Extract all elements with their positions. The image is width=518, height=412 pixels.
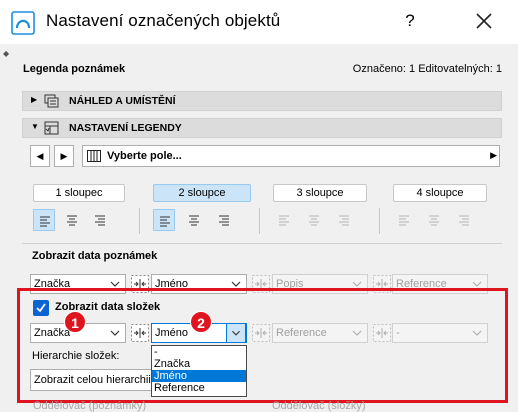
merge-columns-icon — [252, 324, 270, 342]
prev-button[interactable]: ◀ — [30, 145, 50, 167]
dropdown-option[interactable]: Reference — [152, 382, 246, 394]
align-center-icon — [423, 209, 445, 231]
folder-data-checkbox[interactable] — [33, 300, 49, 316]
align-center-icon — [303, 209, 325, 231]
help-button[interactable]: ? — [400, 11, 420, 31]
section-label: Legenda poznámek — [23, 63, 126, 75]
align-left-icon[interactable] — [33, 209, 55, 231]
columns-icon — [87, 150, 101, 162]
panel-label: NÁHLED A UMÍSTĚNÍ — [69, 95, 176, 107]
alignment-group-4 — [393, 209, 473, 231]
panel-label: NASTAVENÍ LEGENDY — [69, 122, 182, 134]
alignment-group-1 — [33, 209, 113, 231]
step-badge-2: 2 — [190, 311, 212, 333]
title-bar: Nastavení označených objektů ? — [0, 0, 518, 44]
panel-preview-placement[interactable]: ▶ NÁHLED A UMÍSTĚNÍ — [22, 91, 502, 111]
divider — [379, 208, 380, 234]
chevron-down-icon — [110, 330, 120, 336]
close-icon[interactable] — [472, 9, 496, 33]
separator-folders-label: Oddělovač (složky) — [272, 400, 366, 412]
align-right-icon[interactable] — [89, 209, 111, 231]
window-title: Nastavení označených objektů — [46, 11, 281, 30]
chevron-down-icon — [352, 330, 362, 336]
divider — [259, 208, 260, 234]
dropdown-option[interactable]: Značka — [152, 358, 246, 370]
field-select-value: Vyberte pole... — [107, 150, 182, 162]
dropdown-option[interactable]: - — [152, 346, 246, 358]
column-button-2[interactable]: 2 sloupce — [153, 184, 251, 202]
folder-column-4-dropdown: - — [392, 323, 488, 343]
collapse-triangle-icon: ▼ — [31, 122, 39, 131]
column-button-1[interactable]: 1 sloupec — [33, 184, 125, 202]
collapse-gripper-icon[interactable]: ◆ — [3, 49, 9, 58]
chevron-down-icon — [226, 323, 246, 343]
column-button-4[interactable]: 4 sloupce — [393, 184, 487, 202]
checkmark-icon — [36, 303, 46, 313]
divider — [22, 243, 502, 244]
next-button[interactable]: ▶ — [54, 145, 74, 167]
dropdown-option-selected[interactable]: Jméno — [152, 370, 246, 382]
field-select-arrow-icon: ▶ — [490, 150, 497, 160]
legend-settings-icon — [44, 121, 59, 135]
column-button-3[interactable]: 3 sloupce — [273, 184, 367, 202]
selection-info: Označeno: 1 Editovatelných: 1 — [352, 63, 502, 75]
hierarchy-select[interactable]: Zobrazit celou hierarchii — [30, 369, 154, 391]
dropdown-options-list[interactable]: - Značka Jméno Reference — [151, 345, 247, 397]
align-right-icon — [333, 209, 355, 231]
panel-legend-settings[interactable]: ▼ NASTAVENÍ LEGENDY — [22, 118, 502, 138]
merge-columns-icon — [373, 324, 391, 342]
app-icon — [11, 11, 35, 35]
preview-placement-icon — [44, 94, 59, 108]
separator-notes-label: Oddělovač (poznámky) — [33, 400, 147, 412]
field-picker-row: ◀ ▶ Vyberte pole... ▶ — [30, 145, 500, 167]
alignment-group-3 — [273, 209, 353, 231]
align-left-icon[interactable] — [153, 209, 175, 231]
field-select[interactable]: Vyberte pole... ▶ — [82, 145, 500, 167]
align-center-icon[interactable] — [183, 209, 205, 231]
alignment-group-2 — [153, 209, 233, 231]
folder-column-3-dropdown: Reference — [272, 323, 368, 343]
note-data-label: Zobrazit data poznámek — [32, 250, 158, 262]
chevron-down-icon — [472, 330, 482, 336]
align-right-icon[interactable] — [213, 209, 235, 231]
expand-triangle-icon: ▶ — [31, 95, 38, 104]
hierarchy-label: Hierarchie složek: — [32, 350, 120, 362]
align-center-icon[interactable] — [61, 209, 83, 231]
divider — [139, 208, 140, 234]
step-badge-1: 1 — [64, 311, 86, 333]
align-left-icon — [393, 209, 415, 231]
align-left-icon — [273, 209, 295, 231]
align-right-icon — [453, 209, 475, 231]
merge-columns-icon[interactable] — [130, 323, 150, 343]
